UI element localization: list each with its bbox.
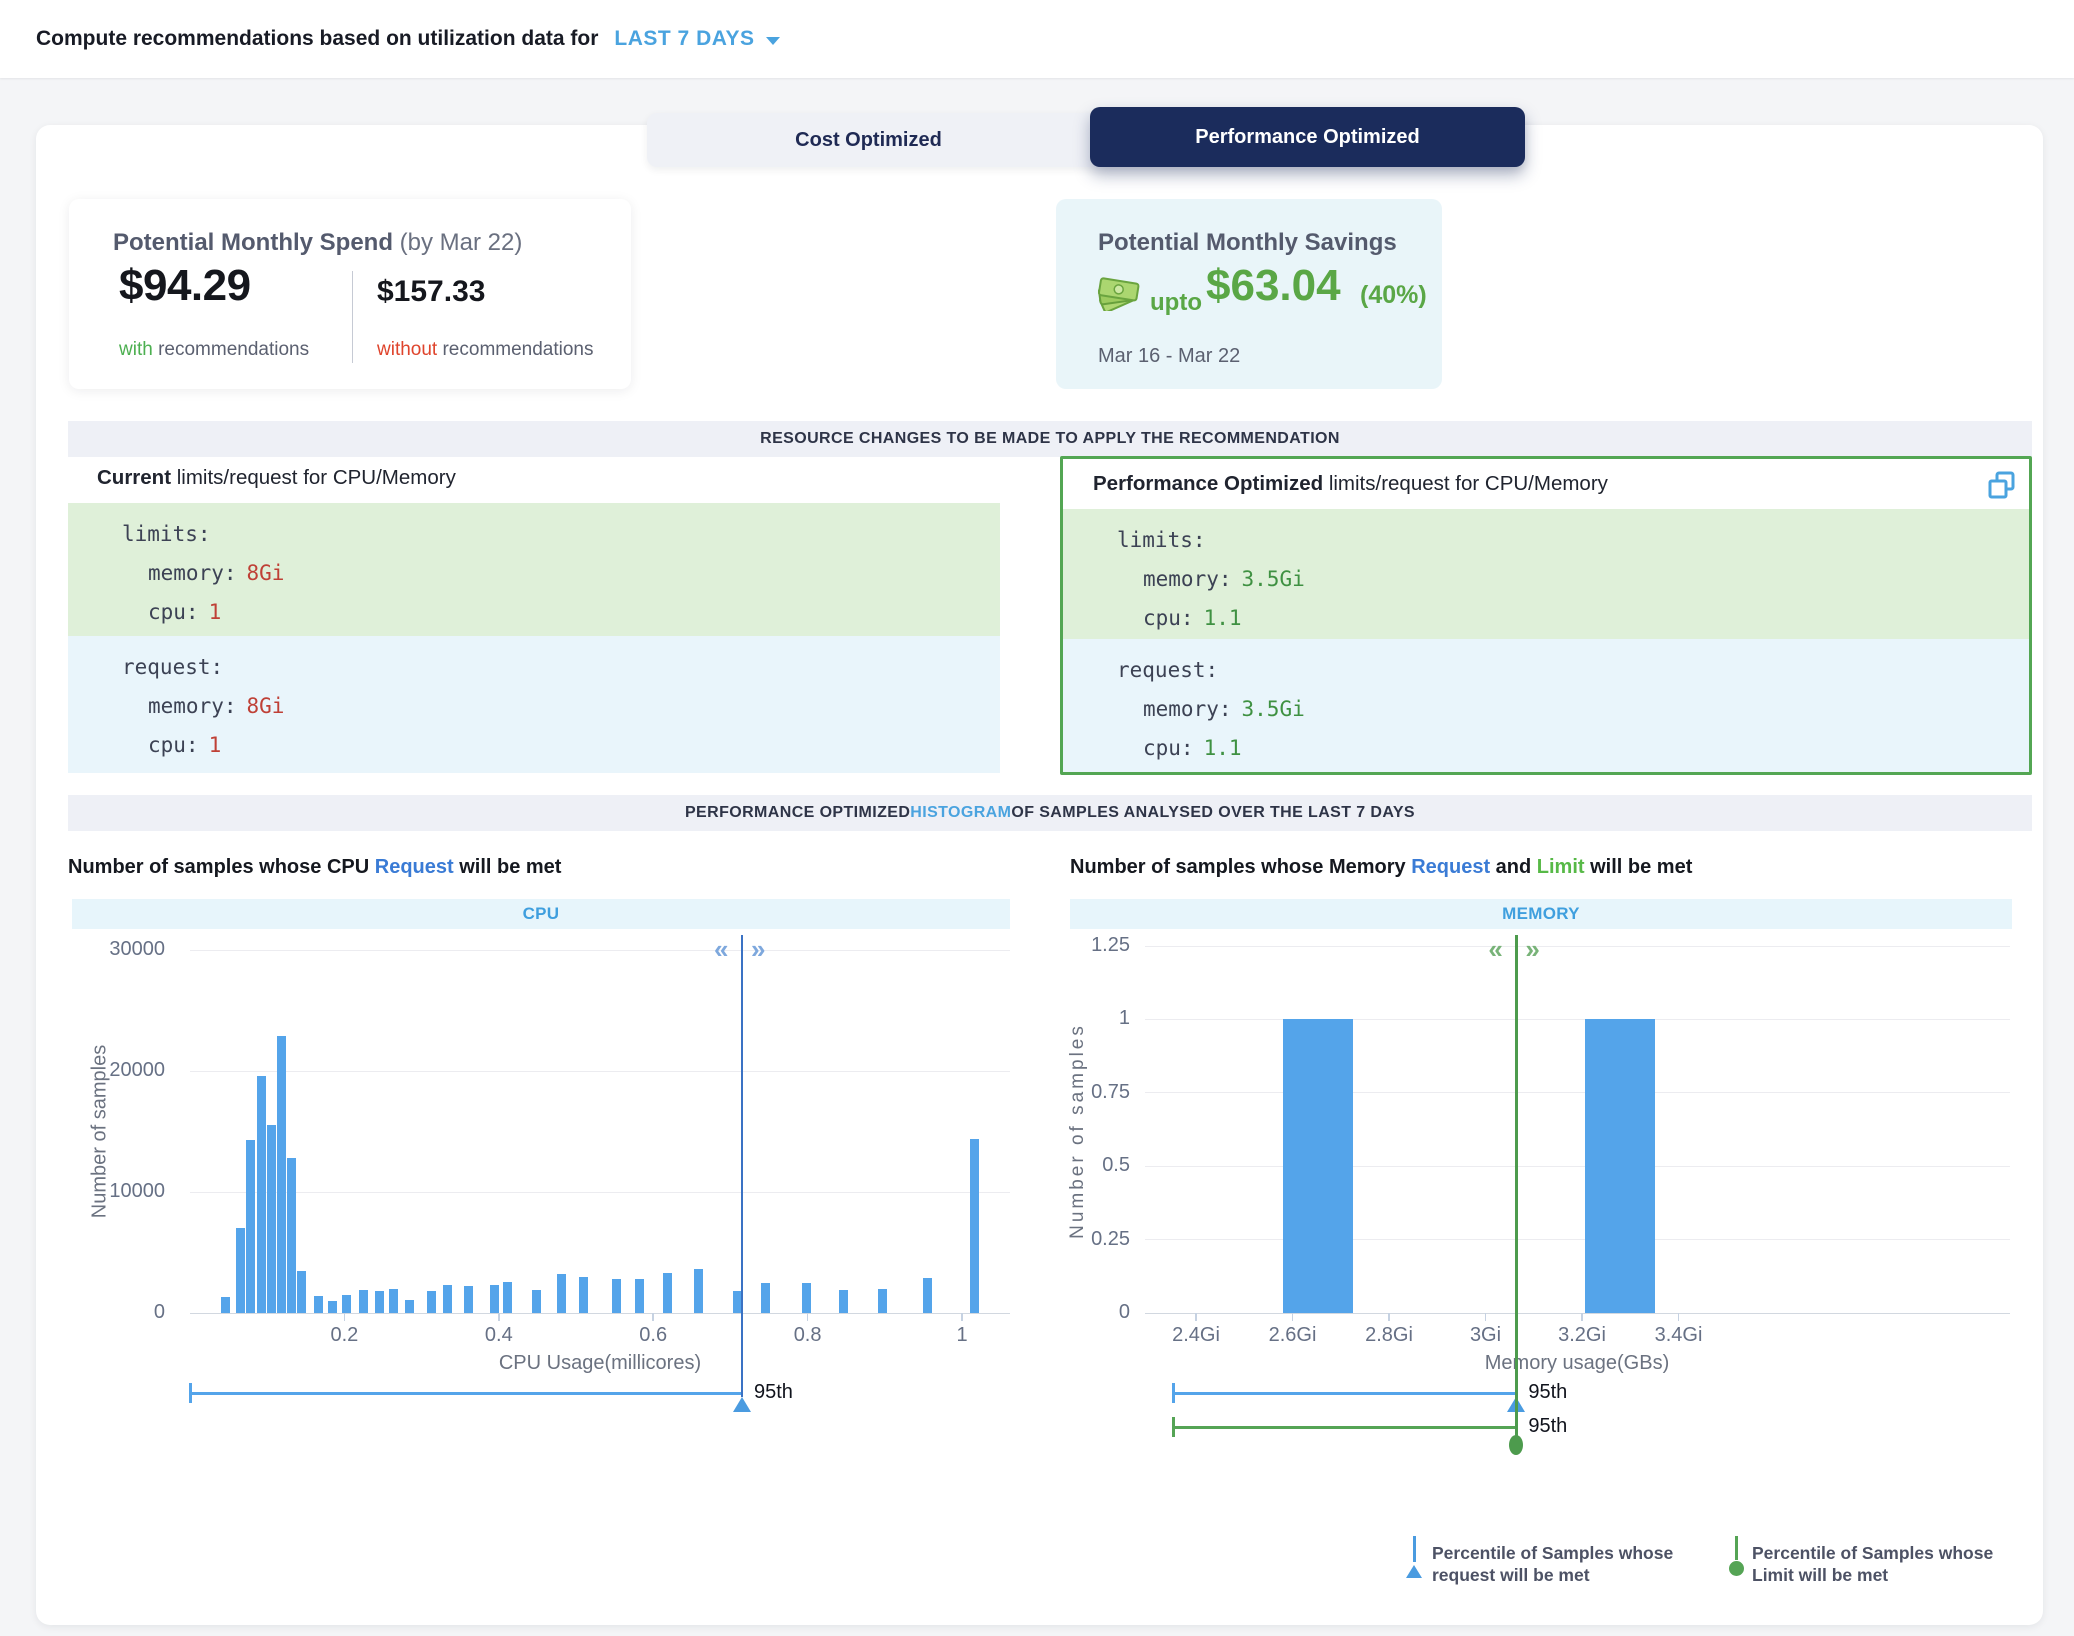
cpu-key: cpu:	[1143, 606, 1194, 630]
limits-memory-row: memory: 3.5Gi	[1117, 560, 2029, 599]
spend-title-date: (by Mar 22)	[393, 229, 522, 256]
optimized-panel: Performance Optimized limits/request for…	[1060, 456, 2032, 775]
savings-value: $63.04	[1206, 261, 1341, 311]
marker-left-handle-icon[interactable]: «	[1488, 936, 1502, 962]
optimized-limits-block: limits: memory: 3.5Gi cpu: 1.1	[1063, 509, 2029, 639]
cpu-chart-caption: Number of samples whose CPU Request will…	[68, 856, 561, 879]
chevron-down-icon	[766, 37, 780, 45]
optimized-request-block: request: memory: 3.5Gi cpu: 1.1	[1063, 639, 2029, 772]
current-request-block: request: memory: 8Gi cpu: 1	[68, 636, 1000, 773]
request-key: request:	[122, 648, 1000, 687]
memory-x-axis-title: Memory usage(GBs)	[1377, 1352, 1777, 1375]
with-word: with	[119, 339, 153, 360]
cpu-value: 1	[209, 733, 222, 757]
caption-pre: Number of samples whose Memory	[1070, 856, 1411, 878]
topbar: Compute recommendations based on utiliza…	[0, 0, 2074, 78]
cpu-key: cpu:	[148, 600, 199, 624]
potential-monthly-savings-card: Potential Monthly Savings upto $63.04 (4…	[1056, 199, 1442, 389]
memory-value: 8Gi	[247, 694, 285, 718]
memory-chart-header: MEMORY	[1070, 899, 2012, 929]
cpu-value: 1.1	[1204, 606, 1242, 630]
memory-y-axis-title: Number of samples	[1067, 1011, 1089, 1251]
savings-percent: (40%)	[1360, 281, 1427, 310]
caption-request: Request	[1411, 856, 1490, 878]
request-cpu-row: cpu: 1	[122, 726, 1000, 765]
limits-memory-row: memory: 8Gi	[122, 554, 1000, 593]
tab-cost-optimized[interactable]: Cost Optimized	[647, 113, 1090, 167]
without-rest: recommendations	[437, 339, 593, 360]
memory-chart-caption: Number of samples whose Memory Request a…	[1070, 856, 1692, 879]
current-limits-block: limits: memory: 8Gi cpu: 1	[68, 503, 1000, 636]
caption-request: Request	[375, 856, 454, 878]
optimized-title-rest: limits/request for CPU/Memory	[1323, 472, 1608, 495]
without-word: without	[377, 339, 437, 360]
memory-key: memory:	[148, 694, 237, 718]
request-cpu-row: cpu: 1.1	[1117, 729, 2029, 768]
request-percentile-marker-icon	[1404, 1536, 1424, 1578]
savings-card-title: Potential Monthly Savings	[1098, 229, 1397, 257]
money-banknotes-icon	[1094, 267, 1144, 311]
cpu-key: cpu:	[148, 733, 199, 757]
legend-request-label: Percentile of Samples whose request will…	[1432, 1542, 1708, 1586]
legend-limit-label: Percentile of Samples whose Limit will b…	[1752, 1542, 2018, 1586]
copy-icon[interactable]	[1988, 471, 2015, 505]
spend-with-label: with recommendations	[119, 339, 309, 361]
request-memory-row: memory: 3.5Gi	[1117, 690, 2029, 729]
date-range-selector[interactable]: LAST 7 DAYS	[614, 27, 780, 51]
cpu-y-axis-title: Number of samples	[89, 1012, 112, 1252]
spend-without-label: without recommendations	[377, 339, 594, 361]
limit-percentile-marker-icon	[1726, 1536, 1746, 1576]
limits-cpu-row: cpu: 1.1	[1117, 599, 2029, 638]
current-title-rest: limits/request for CPU/Memory	[171, 466, 456, 489]
limits-key: limits:	[122, 515, 1000, 554]
memory-key: memory:	[1143, 697, 1232, 721]
savings-date-range: Mar 16 - Mar 22	[1098, 345, 1240, 368]
histogram-section-header: PERFORMANCE OPTIMIZED HISTOGRAM OF SAMPL…	[68, 795, 2032, 831]
memory-value: 3.5Gi	[1242, 567, 1305, 591]
caption-limit: Limit	[1537, 856, 1585, 878]
request-key: request:	[1117, 651, 2029, 690]
with-rest: recommendations	[153, 339, 309, 360]
potential-monthly-spend-card: Potential Monthly Spend (by Mar 22) $94.…	[69, 199, 631, 389]
memory-key: memory:	[148, 561, 237, 585]
caption-pre: Number of samples whose CPU	[68, 856, 375, 878]
optimized-panel-title: Performance Optimized limits/request for…	[1093, 472, 1608, 496]
marker-right-handle-icon[interactable]: »	[1525, 936, 1539, 962]
caption-post: will be met	[1585, 856, 1693, 878]
hist-header-pre: PERFORMANCE OPTIMIZED	[685, 804, 910, 822]
cpu-value: 1.1	[1204, 736, 1242, 760]
percentile-marker-line[interactable]	[741, 935, 744, 1397]
spend-without-value: $157.33	[377, 275, 485, 309]
cpu-chart-header: CPU	[72, 899, 1010, 929]
memory-value: 8Gi	[247, 561, 285, 585]
resource-changes-header: RESOURCE CHANGES TO BE MADE TO APPLY THE…	[68, 421, 2032, 457]
memory-key: memory:	[1143, 567, 1232, 591]
request-memory-row: memory: 8Gi	[122, 687, 1000, 726]
tab-performance-optimized[interactable]: Performance Optimized	[1090, 107, 1525, 167]
cpu-value: 1	[209, 600, 222, 624]
caption-mid: and	[1490, 856, 1537, 878]
spend-card-title: Potential Monthly Spend (by Mar 22)	[113, 229, 522, 257]
limits-cpu-row: cpu: 1	[122, 593, 1000, 632]
current-title-bold: Current	[97, 466, 171, 489]
hist-header-post: OF SAMPLES ANALYSED OVER THE LAST 7 DAYS	[1011, 804, 1415, 822]
spend-divider	[352, 271, 353, 363]
page-title: Compute recommendations based on utiliza…	[36, 27, 598, 51]
optimized-title-bold: Performance Optimized	[1093, 472, 1323, 495]
hist-header-highlight: HISTOGRAM	[910, 804, 1011, 822]
spend-with-value: $94.29	[119, 261, 251, 311]
limits-key: limits:	[1117, 521, 2029, 560]
marker-left-handle-icon[interactable]: «	[714, 936, 728, 962]
memory-value: 3.5Gi	[1242, 697, 1305, 721]
caption-post: will be met	[454, 856, 562, 878]
spend-title-text: Potential Monthly Spend	[113, 229, 393, 256]
cpu-key: cpu:	[1143, 736, 1194, 760]
current-panel-title: Current limits/request for CPU/Memory	[97, 466, 456, 490]
percentile-marker-line[interactable]	[1515, 935, 1518, 1446]
date-range-value: LAST 7 DAYS	[614, 27, 754, 51]
page: Compute recommendations based on utiliza…	[0, 0, 2074, 1636]
marker-right-handle-icon[interactable]: »	[751, 936, 765, 962]
savings-upto: upto	[1150, 289, 1202, 317]
